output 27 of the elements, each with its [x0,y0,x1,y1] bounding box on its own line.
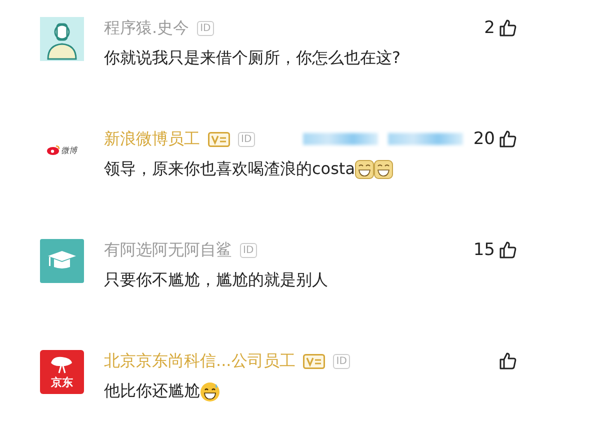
grin-emoji-icon [374,160,393,179]
user-name[interactable]: 新浪微博员工 [104,128,200,150]
thumbs-up-icon[interactable] [499,352,517,370]
verified-badge-icon [208,132,230,146]
thumbs-up-icon[interactable] [499,19,517,37]
like-count: 15 [473,240,495,260]
user-name[interactable]: 有阿选阿无阿自鲨 [104,240,232,260]
id-badge: ID [197,20,214,36]
verified-badge-icon [303,354,326,368]
user-name[interactable]: 程序猿.史今 [104,18,190,38]
grin-emoji-icon [355,160,374,179]
like-count: 20 [473,129,495,149]
comment-text: 你就说我只是来借个厕所，你怎么也在这? [104,48,400,69]
user-name[interactable]: 北京京东尚科信...公司员工 [104,350,296,372]
id-badge: ID [240,242,257,258]
id-badge: ID [238,132,255,146]
sweat-smile-emoji-icon [200,382,220,402]
like-count: 2 [484,18,495,38]
id-badge: ID [333,354,350,368]
comment-text: 只要你不尴尬，尴尬的就是别人 [104,270,328,291]
avatar-icon [40,239,84,283]
comment-text: 领导，原来你也喜欢喝渣浪的costa [104,159,355,180]
comment-text: 他比你还尴尬 [104,381,200,402]
thumbs-up-icon[interactable] [499,130,517,148]
avatar-icon [40,17,84,61]
thumbs-up-icon[interactable] [499,241,517,259]
avatar: 京东 [40,350,84,394]
